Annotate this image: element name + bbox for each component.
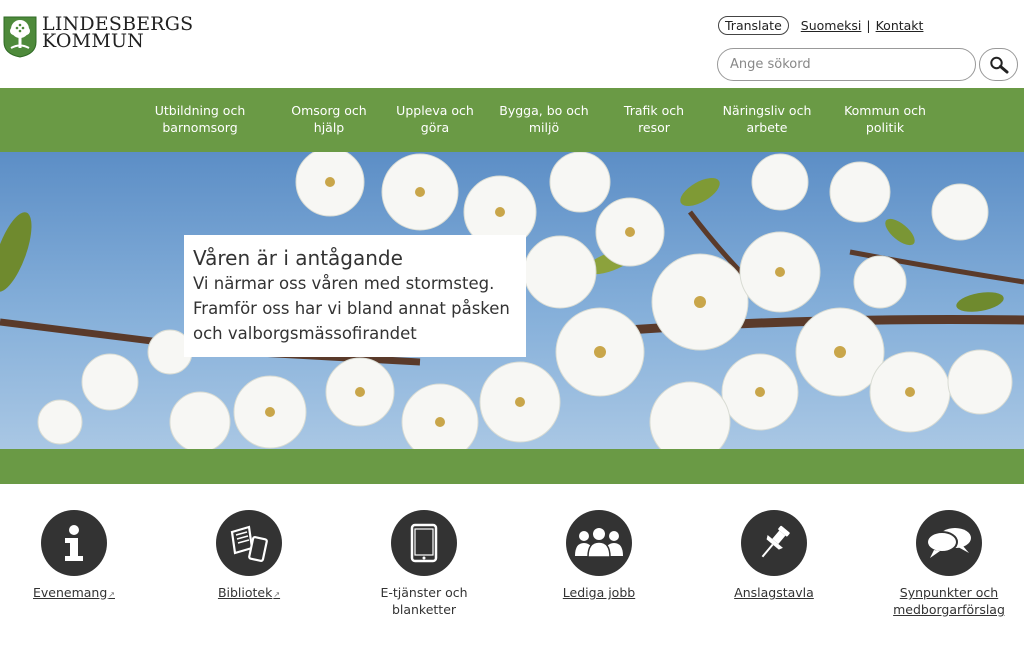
nav-item-label: Utbildning och: [154, 103, 246, 118]
nav-item-label: Kommun och: [844, 103, 926, 118]
hero-text-line: Framför oss har vi bland annat påsken: [193, 299, 510, 318]
top-links-separator: |: [866, 18, 871, 33]
service-icon-circle[interactable]: [741, 510, 807, 576]
nav-item-label: hjälp: [313, 120, 345, 135]
logo-line-2: KOMMUN: [42, 30, 145, 52]
service-label[interactable]: Anslagstavla: [704, 584, 844, 601]
service-icon-circle[interactable]: [566, 510, 632, 576]
service-label-text: Bibliotek: [217, 585, 273, 600]
info-icon: [65, 525, 83, 561]
people-icon: [575, 528, 623, 558]
translate-button[interactable]: Translate: [718, 16, 789, 35]
service-icon-circle[interactable]: [216, 510, 282, 576]
pin-icon: [761, 525, 790, 558]
nav-item-label: Näringsliv och: [722, 103, 812, 118]
speech-bubbles-icon: [926, 528, 971, 558]
hero-title: Våren är i antågande: [193, 246, 403, 270]
service-label-text: Synpunkter och: [899, 585, 999, 600]
top-links: Translate Suomeksi | Kontakt: [718, 16, 923, 35]
service-label-text: medborgarförslag: [893, 602, 1005, 617]
nav-item-label: resor: [638, 120, 670, 135]
hero-text-line: Vi närmar oss våren med stormsteg.: [193, 274, 495, 293]
nav-item-label: Trafik och: [623, 103, 685, 118]
nav-item-naringsliv[interactable]: Näringsliv och arbete: [717, 102, 817, 136]
nav-item-uppleva[interactable]: Uppleva och göra: [390, 102, 480, 136]
service-anslagstavla[interactable]: Anslagstavla: [704, 510, 844, 601]
kontakt-link[interactable]: Kontakt: [876, 18, 924, 33]
main-navigation: Utbildning och barnomsorg Omsorg och hjä…: [0, 88, 1024, 152]
service-label[interactable]: Evenemang↗: [4, 584, 144, 603]
hero-banner[interactable]: Våren är i antågande Vi närmar oss våren…: [0, 152, 1024, 449]
nav-item-label: Omsorg och: [291, 103, 367, 118]
service-icon-circle[interactable]: [41, 510, 107, 576]
books-icon: [230, 525, 268, 562]
service-synpunkter[interactable]: Synpunkter och medborgarförslag: [879, 510, 1019, 618]
nav-item-label: göra: [420, 120, 450, 135]
service-label-text: blanketter: [391, 602, 457, 617]
service-label[interactable]: E-tjänster och blanketter: [354, 584, 494, 618]
municipality-shield-icon: [3, 16, 37, 58]
nav-item-trafik[interactable]: Trafik och resor: [614, 102, 694, 136]
service-label[interactable]: Synpunkter och medborgarförslag: [879, 584, 1019, 618]
nav-item-label: barnomsorg: [162, 120, 238, 135]
service-lediga-jobb[interactable]: Lediga jobb: [529, 510, 669, 601]
external-link-icon: ↗: [108, 590, 115, 599]
site-header: LINDESBERGS KOMMUN Translate Suomeksi | …: [0, 0, 1024, 88]
service-label-text: E-tjänster och: [380, 585, 468, 600]
service-bibliotek[interactable]: Bibliotek↗: [179, 510, 319, 603]
nav-item-label: politik: [865, 120, 905, 135]
service-icon-circle[interactable]: [391, 510, 457, 576]
suomeksi-link[interactable]: Suomeksi: [801, 18, 862, 33]
nav-item-omsorg[interactable]: Omsorg och hjälp: [284, 102, 374, 136]
search-input[interactable]: [717, 48, 976, 81]
service-icon-circle[interactable]: [916, 510, 982, 576]
nav-item-bygga[interactable]: Bygga, bo och miljö: [494, 102, 594, 136]
service-e-tjanster[interactable]: E-tjänster och blanketter: [354, 510, 494, 618]
nav-item-label: miljö: [528, 120, 560, 135]
nav-item-kommun[interactable]: Kommun och politik: [835, 102, 935, 136]
nav-item-utbildning[interactable]: Utbildning och barnomsorg: [150, 102, 250, 136]
service-label[interactable]: Lediga jobb: [529, 584, 669, 601]
tablet-icon: [410, 523, 438, 563]
hero-text-line: och valborgsmässofirandet: [193, 324, 417, 343]
service-label-text: Evenemang: [33, 585, 108, 600]
site-logo[interactable]: LINDESBERGS KOMMUN: [3, 15, 193, 58]
nav-item-label: Uppleva och: [396, 103, 474, 118]
service-evenemang[interactable]: Evenemang↗: [4, 510, 144, 603]
search-icon: [989, 56, 1008, 73]
service-label[interactable]: Bibliotek↗: [179, 584, 319, 603]
nav-item-label: arbete: [746, 120, 788, 135]
green-divider-band: [0, 449, 1024, 484]
nav-item-label: Bygga, bo och: [499, 103, 589, 118]
logo-wordmark: LINDESBERGS KOMMUN: [42, 15, 193, 52]
search-button[interactable]: [979, 48, 1018, 81]
hero-text-box[interactable]: Våren är i antågande Vi närmar oss våren…: [184, 235, 526, 357]
external-link-icon: ↗: [273, 590, 281, 599]
